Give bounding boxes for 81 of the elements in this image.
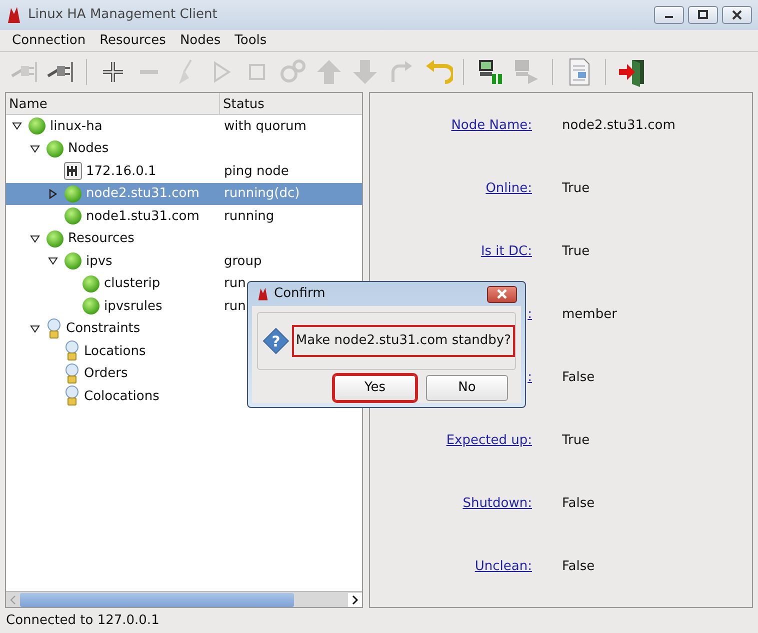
status-bar-text: Connected to 127.0.0.1 — [5, 612, 160, 630]
tree-item-status: run — [223, 298, 246, 316]
dialog-button[interactable]: No — [426, 375, 508, 401]
status-circle-icon — [28, 117, 46, 136]
tree-row[interactable]: Resources — [6, 228, 362, 250]
tree-item-name: Orders — [84, 365, 128, 383]
tree-item-name: linux-ha — [50, 118, 102, 136]
tree-item-status: run — [223, 275, 246, 293]
property-value: False — [561, 369, 595, 387]
tree-row[interactable]: Nodes — [6, 138, 362, 160]
tree-row[interactable]: 172.16.0.1 ping node — [6, 160, 362, 182]
minimize-button[interactable] — [654, 6, 684, 24]
menu-item[interactable]: Resources — [92, 30, 173, 50]
tree-row[interactable]: linux-ha with quorum — [6, 115, 362, 138]
maximize-button[interactable] — [688, 6, 718, 24]
column-header[interactable]: Status — [220, 93, 268, 114]
property-link[interactable]: Shutdown: — [370, 494, 532, 557]
status-circle-icon — [64, 207, 82, 226]
tree-item-status: running(dc) — [223, 185, 300, 203]
property-link[interactable]: Node Name: — [370, 116, 532, 179]
close-icon — [731, 10, 743, 20]
property-value: True — [561, 180, 590, 198]
property-link[interactable]: Online: — [370, 179, 532, 242]
app-logo-icon — [6, 6, 22, 24]
status-circle-icon — [82, 297, 100, 316]
menu-item[interactable]: Tools — [228, 30, 274, 50]
dialog-button[interactable]: Yes — [334, 375, 416, 401]
light-bulb-icon — [46, 318, 62, 340]
expanded-toggle-icon[interactable] — [30, 144, 40, 154]
expanded-toggle-icon[interactable] — [12, 121, 22, 132]
horizontal-scrollbar[interactable] — [6, 591, 362, 607]
tree-item-status: running — [223, 208, 274, 226]
tree-item-status: with quorum — [223, 118, 306, 136]
light-bulb-icon — [64, 340, 80, 362]
dialog-title: Confirm — [274, 285, 326, 304]
tree-item-status: ping node — [223, 162, 289, 180]
property-value: False — [561, 558, 595, 576]
light-bulb-icon — [64, 362, 80, 385]
tree-item-name: ipvsrules — [104, 298, 162, 316]
property-value: False — [561, 495, 595, 513]
status-circle-icon — [64, 252, 82, 270]
column-header[interactable]: Name — [6, 93, 220, 114]
tree-item-status: group — [223, 252, 262, 270]
tree-item-name: ipvs — [86, 252, 112, 270]
menu-item[interactable]: Nodes — [172, 30, 228, 50]
maximize-icon — [697, 10, 709, 20]
tree-item-name: node2.stu31.com — [86, 185, 200, 203]
menu-item[interactable]: Connection — [5, 30, 93, 50]
window-title: Linux HA Management Client — [28, 6, 218, 24]
tree-item-name: node1.stu31.com — [86, 208, 200, 226]
tree-item-name: Constraints — [66, 320, 140, 338]
light-bulb-icon — [64, 385, 80, 408]
expanded-toggle-icon[interactable] — [30, 234, 40, 244]
close-button[interactable] — [722, 6, 752, 24]
tree-item-name: clusterip — [104, 275, 160, 293]
tree-item-name: 172.16.0.1 — [86, 162, 156, 180]
property-value: node2.stu31.com — [561, 117, 676, 135]
tree-row[interactable]: node1.stu31.com running — [6, 205, 362, 228]
tree-item-name: Colocations — [84, 388, 160, 406]
status-circle-icon — [82, 274, 100, 293]
property-value: True — [561, 243, 590, 261]
status-circle-icon — [46, 230, 64, 248]
close-button[interactable] — [487, 286, 517, 302]
property-value: member — [561, 306, 617, 324]
collapsed-toggle-icon[interactable] — [48, 188, 58, 199]
expanded-toggle-icon[interactable] — [30, 324, 40, 334]
property-value: True — [561, 432, 590, 450]
expanded-toggle-icon[interactable] — [48, 256, 58, 266]
property-link[interactable]: Unclean: — [370, 557, 532, 620]
status-circle-icon — [46, 140, 64, 158]
ping-node-icon — [64, 162, 82, 180]
dialog-message: Make node2.stu31.com standby? — [292, 325, 515, 357]
tree-item-name: Locations — [84, 342, 146, 360]
close-icon — [496, 289, 508, 299]
scroll-right-icon[interactable] — [348, 592, 362, 606]
tree-row[interactable]: ipvs group — [6, 250, 362, 272]
property-link[interactable]: Expected up: — [370, 431, 532, 494]
tree-item-name: Nodes — [68, 140, 109, 158]
app-logo-icon — [256, 287, 270, 301]
status-circle-icon — [64, 184, 82, 203]
tree-item-name: Resources — [68, 230, 134, 248]
